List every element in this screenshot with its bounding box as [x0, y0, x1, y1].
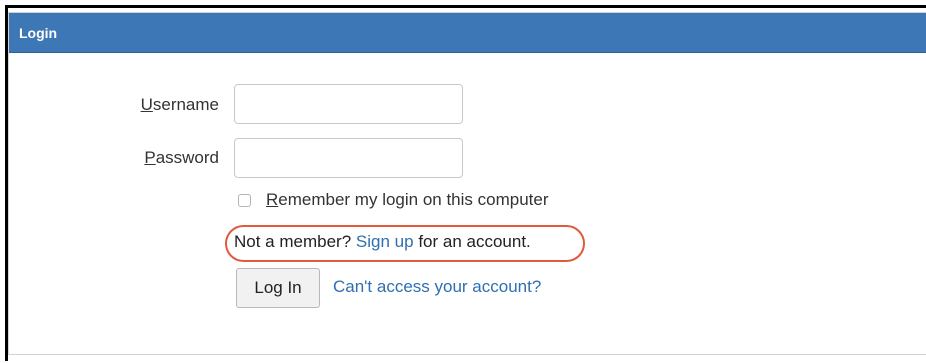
log-in-button[interactable]: Log In [236, 268, 320, 308]
remember-label[interactable]: Remember my login on this computer [266, 190, 549, 210]
password-label-rest: assword [155, 148, 219, 167]
panel-header: Login [9, 13, 926, 53]
login-panel: Login Username Password Remember my logi… [8, 12, 926, 355]
username-label-accesskey: U [140, 95, 153, 114]
remember-checkbox[interactable] [238, 193, 251, 207]
not-member-suffix: for an account. [418, 232, 531, 251]
password-input[interactable] [234, 138, 463, 178]
password-label-accesskey: P [144, 148, 156, 167]
not-member-prefix: Not a member? [234, 232, 352, 251]
not-member-text: Not a member? Sign up for an account. [234, 232, 531, 252]
cant-access-link[interactable]: Can't access your account? [333, 277, 541, 297]
panel-title: Login [19, 25, 58, 41]
password-label: Password [99, 148, 219, 168]
sign-up-link[interactable]: Sign up [356, 232, 414, 251]
username-input[interactable] [234, 84, 463, 124]
remember-label-accesskey: R [266, 190, 279, 209]
remember-row: Remember my login on this computer [236, 188, 549, 212]
username-label-rest: sername [152, 95, 219, 114]
remember-label-rest: emember my login on this computer [278, 190, 549, 209]
username-label: Username [99, 95, 219, 115]
